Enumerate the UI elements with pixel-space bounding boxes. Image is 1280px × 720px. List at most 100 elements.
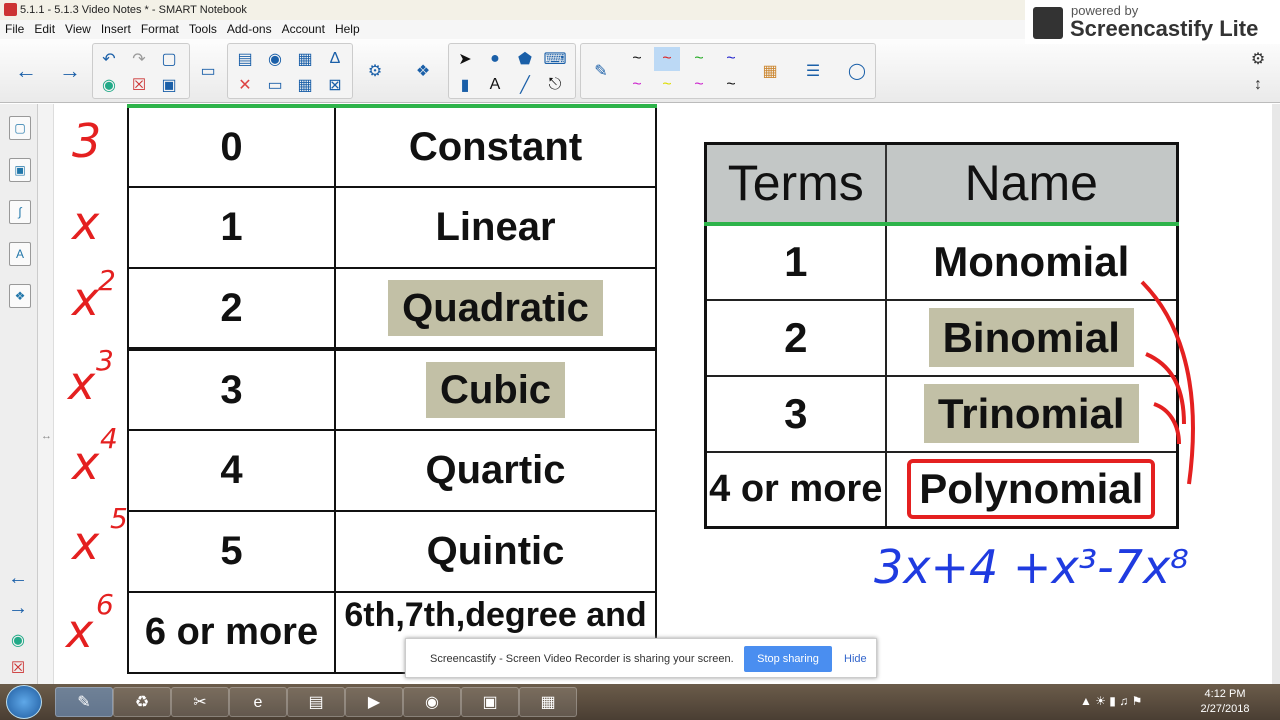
film-icon	[1033, 7, 1063, 39]
degree-cell: 5	[127, 510, 336, 593]
whiteboard-canvas[interactable]: 0 Constant 1 Linear 2 Quadratic 3 Cubic …	[54, 104, 1272, 684]
resize-icon[interactable]: ↔	[41, 430, 52, 442]
screen-icon[interactable]: ▭	[195, 59, 221, 83]
addons-tab-icon[interactable]: ❖	[9, 284, 31, 308]
delete-page-side-icon[interactable]: ☒	[5, 656, 31, 680]
paint-icon[interactable]: ⌨	[542, 47, 568, 71]
start-button[interactable]	[6, 685, 42, 719]
gallery-icon[interactable]: ▣	[9, 158, 31, 182]
sharing-notification: Screencastify - Screen Video Recorder is…	[405, 638, 877, 678]
toolbar: ← → ↶ ↷ ▢ ◉ ☒ ▣ ▭ ▤ ◉ ▦ Δ ✕ ▭ ▦ ⊠ ⚙ ❖ ➤ …	[0, 39, 1280, 103]
recycle-task-icon[interactable]: ♻	[113, 687, 171, 717]
menu-edit[interactable]: Edit	[29, 20, 60, 39]
media-task-icon[interactable]: ▶	[345, 687, 403, 717]
name-cell: Constant	[334, 104, 657, 188]
film-task-icon[interactable]: ▦	[519, 687, 577, 717]
pen-icon[interactable]: ✎	[588, 59, 614, 83]
highlight: Trinomial	[923, 383, 1139, 443]
chrome-task-icon[interactable]: ◉	[403, 687, 461, 717]
properties-tab-icon[interactable]: A	[9, 242, 31, 266]
dashed-pen-icon[interactable]: ~	[686, 73, 712, 97]
page-sorter-icon[interactable]: ▢	[9, 116, 31, 140]
spell-icon[interactable]: Δ	[322, 47, 348, 71]
name-cell: Quadratic	[334, 267, 657, 350]
save-icon[interactable]: ▣	[156, 73, 182, 97]
terms-cell: 1	[704, 222, 887, 301]
line-icon[interactable]: ╱	[512, 73, 538, 97]
hide-link[interactable]: Hide	[844, 653, 867, 665]
notes-task-icon[interactable]: ▣	[461, 687, 519, 717]
magenta-pen-icon[interactable]: ~	[624, 73, 650, 97]
yellow-pen-icon[interactable]: ~	[654, 73, 680, 97]
menu-file[interactable]: File	[0, 20, 29, 39]
app-icon	[4, 3, 17, 16]
gear-icon[interactable]: ⚙	[1245, 47, 1271, 71]
screencastify-watermark: powered by Screencastify Lite	[1025, 0, 1280, 44]
display-icon[interactable]: ▭	[262, 73, 288, 97]
ink-exponent: 2	[98, 264, 116, 297]
back-arrow-icon[interactable]: ←	[13, 58, 39, 83]
addon-icon[interactable]: ⚙	[362, 59, 388, 83]
select-icon[interactable]: ➤	[452, 47, 478, 71]
table-icon[interactable]: ▦	[292, 73, 318, 97]
capture-icon[interactable]: ▦	[292, 47, 318, 71]
shapes-icon[interactable]: ●	[482, 47, 508, 71]
panel-splitter[interactable]: ↔	[38, 104, 54, 684]
camera-icon[interactable]: ◉	[262, 47, 288, 71]
next-page-icon[interactable]: →	[5, 596, 31, 620]
dotted-pen-icon[interactable]: ~	[718, 73, 744, 97]
vertical-scrollbar[interactable]	[1272, 104, 1280, 684]
ie-task-icon[interactable]: e	[229, 687, 287, 717]
ink-exponent: 4	[100, 422, 118, 455]
red-bracket-annotation	[1140, 280, 1195, 485]
menu-view[interactable]: View	[60, 20, 96, 39]
clock[interactable]: 4:12 PM 2/27/2018	[1190, 687, 1260, 717]
red-pen-icon[interactable]: ~	[654, 47, 680, 71]
text-icon[interactable]: A	[482, 73, 508, 97]
menu-tools[interactable]: Tools	[184, 20, 222, 39]
prev-page-icon[interactable]: ←	[5, 566, 31, 590]
tray-icons[interactable]: ▲ ☀ ▮ ♫ ⚑	[1080, 694, 1142, 708]
side-bar: ▢ ▣ ∫ A ❖ ← → ◉ ☒	[0, 104, 38, 684]
menu-account[interactable]: Account	[277, 20, 330, 39]
redo-icon[interactable]: ↷	[126, 47, 152, 71]
delete-page-icon[interactable]: ☒	[126, 73, 152, 97]
new-page-icon[interactable]: ▢	[156, 47, 182, 71]
table-header-row: Terms Name	[704, 142, 1179, 226]
menu-insert[interactable]: Insert	[96, 20, 136, 39]
fill-icon[interactable]: ⬟	[512, 47, 538, 71]
explorer-task-icon[interactable]: ▤	[287, 687, 345, 717]
menu-addons[interactable]: Add-ons	[222, 20, 277, 39]
attachments-icon[interactable]: ∫	[9, 200, 31, 224]
paint-task-icon[interactable]: ✂	[171, 687, 229, 717]
eraser-icon[interactable]: ⎋	[542, 73, 568, 97]
terms-cell: 4 or more	[704, 450, 887, 529]
stop-sharing-button[interactable]: Stop sharing	[744, 646, 832, 672]
forward-arrow-icon[interactable]: →	[57, 58, 83, 83]
paste-icon[interactable]: ▤	[232, 47, 258, 71]
table-row: 4 Quartic	[127, 429, 657, 512]
color-palette-icon[interactable]: ▦	[757, 59, 783, 83]
add-page-side-icon[interactable]: ◉	[5, 628, 31, 652]
undo-icon[interactable]: ↶	[96, 47, 122, 71]
move-toolbar-icon[interactable]: ↕	[1245, 73, 1271, 97]
green-pen-icon[interactable]: ~	[686, 47, 712, 71]
red-circle-annotation: Polynomial	[907, 459, 1156, 520]
table-row: 5 Quintic	[127, 510, 657, 593]
menu-format[interactable]: Format	[136, 20, 184, 39]
black-pen-icon[interactable]: ~	[624, 47, 650, 71]
line-style-icon[interactable]: ☰	[800, 59, 826, 83]
table-row: 1 Linear	[127, 186, 657, 269]
delete-icon[interactable]: ✕	[232, 73, 258, 97]
blue-pen-icon[interactable]: ~	[718, 47, 744, 71]
notebook-task-icon[interactable]: ✎	[55, 687, 113, 717]
menu-help[interactable]: Help	[330, 20, 365, 39]
clear-icon[interactable]: ⊠	[322, 73, 348, 97]
puzzle-icon[interactable]: ❖	[410, 59, 436, 83]
properties-icon[interactable]: ◯	[844, 59, 870, 83]
brand-text: Screencastify Lite	[1070, 16, 1259, 41]
pen-select-icon[interactable]: ▮	[452, 73, 478, 97]
ink-exponent: 5	[110, 502, 128, 535]
name-cell: Linear	[334, 186, 657, 269]
add-page-icon[interactable]: ◉	[96, 73, 122, 97]
